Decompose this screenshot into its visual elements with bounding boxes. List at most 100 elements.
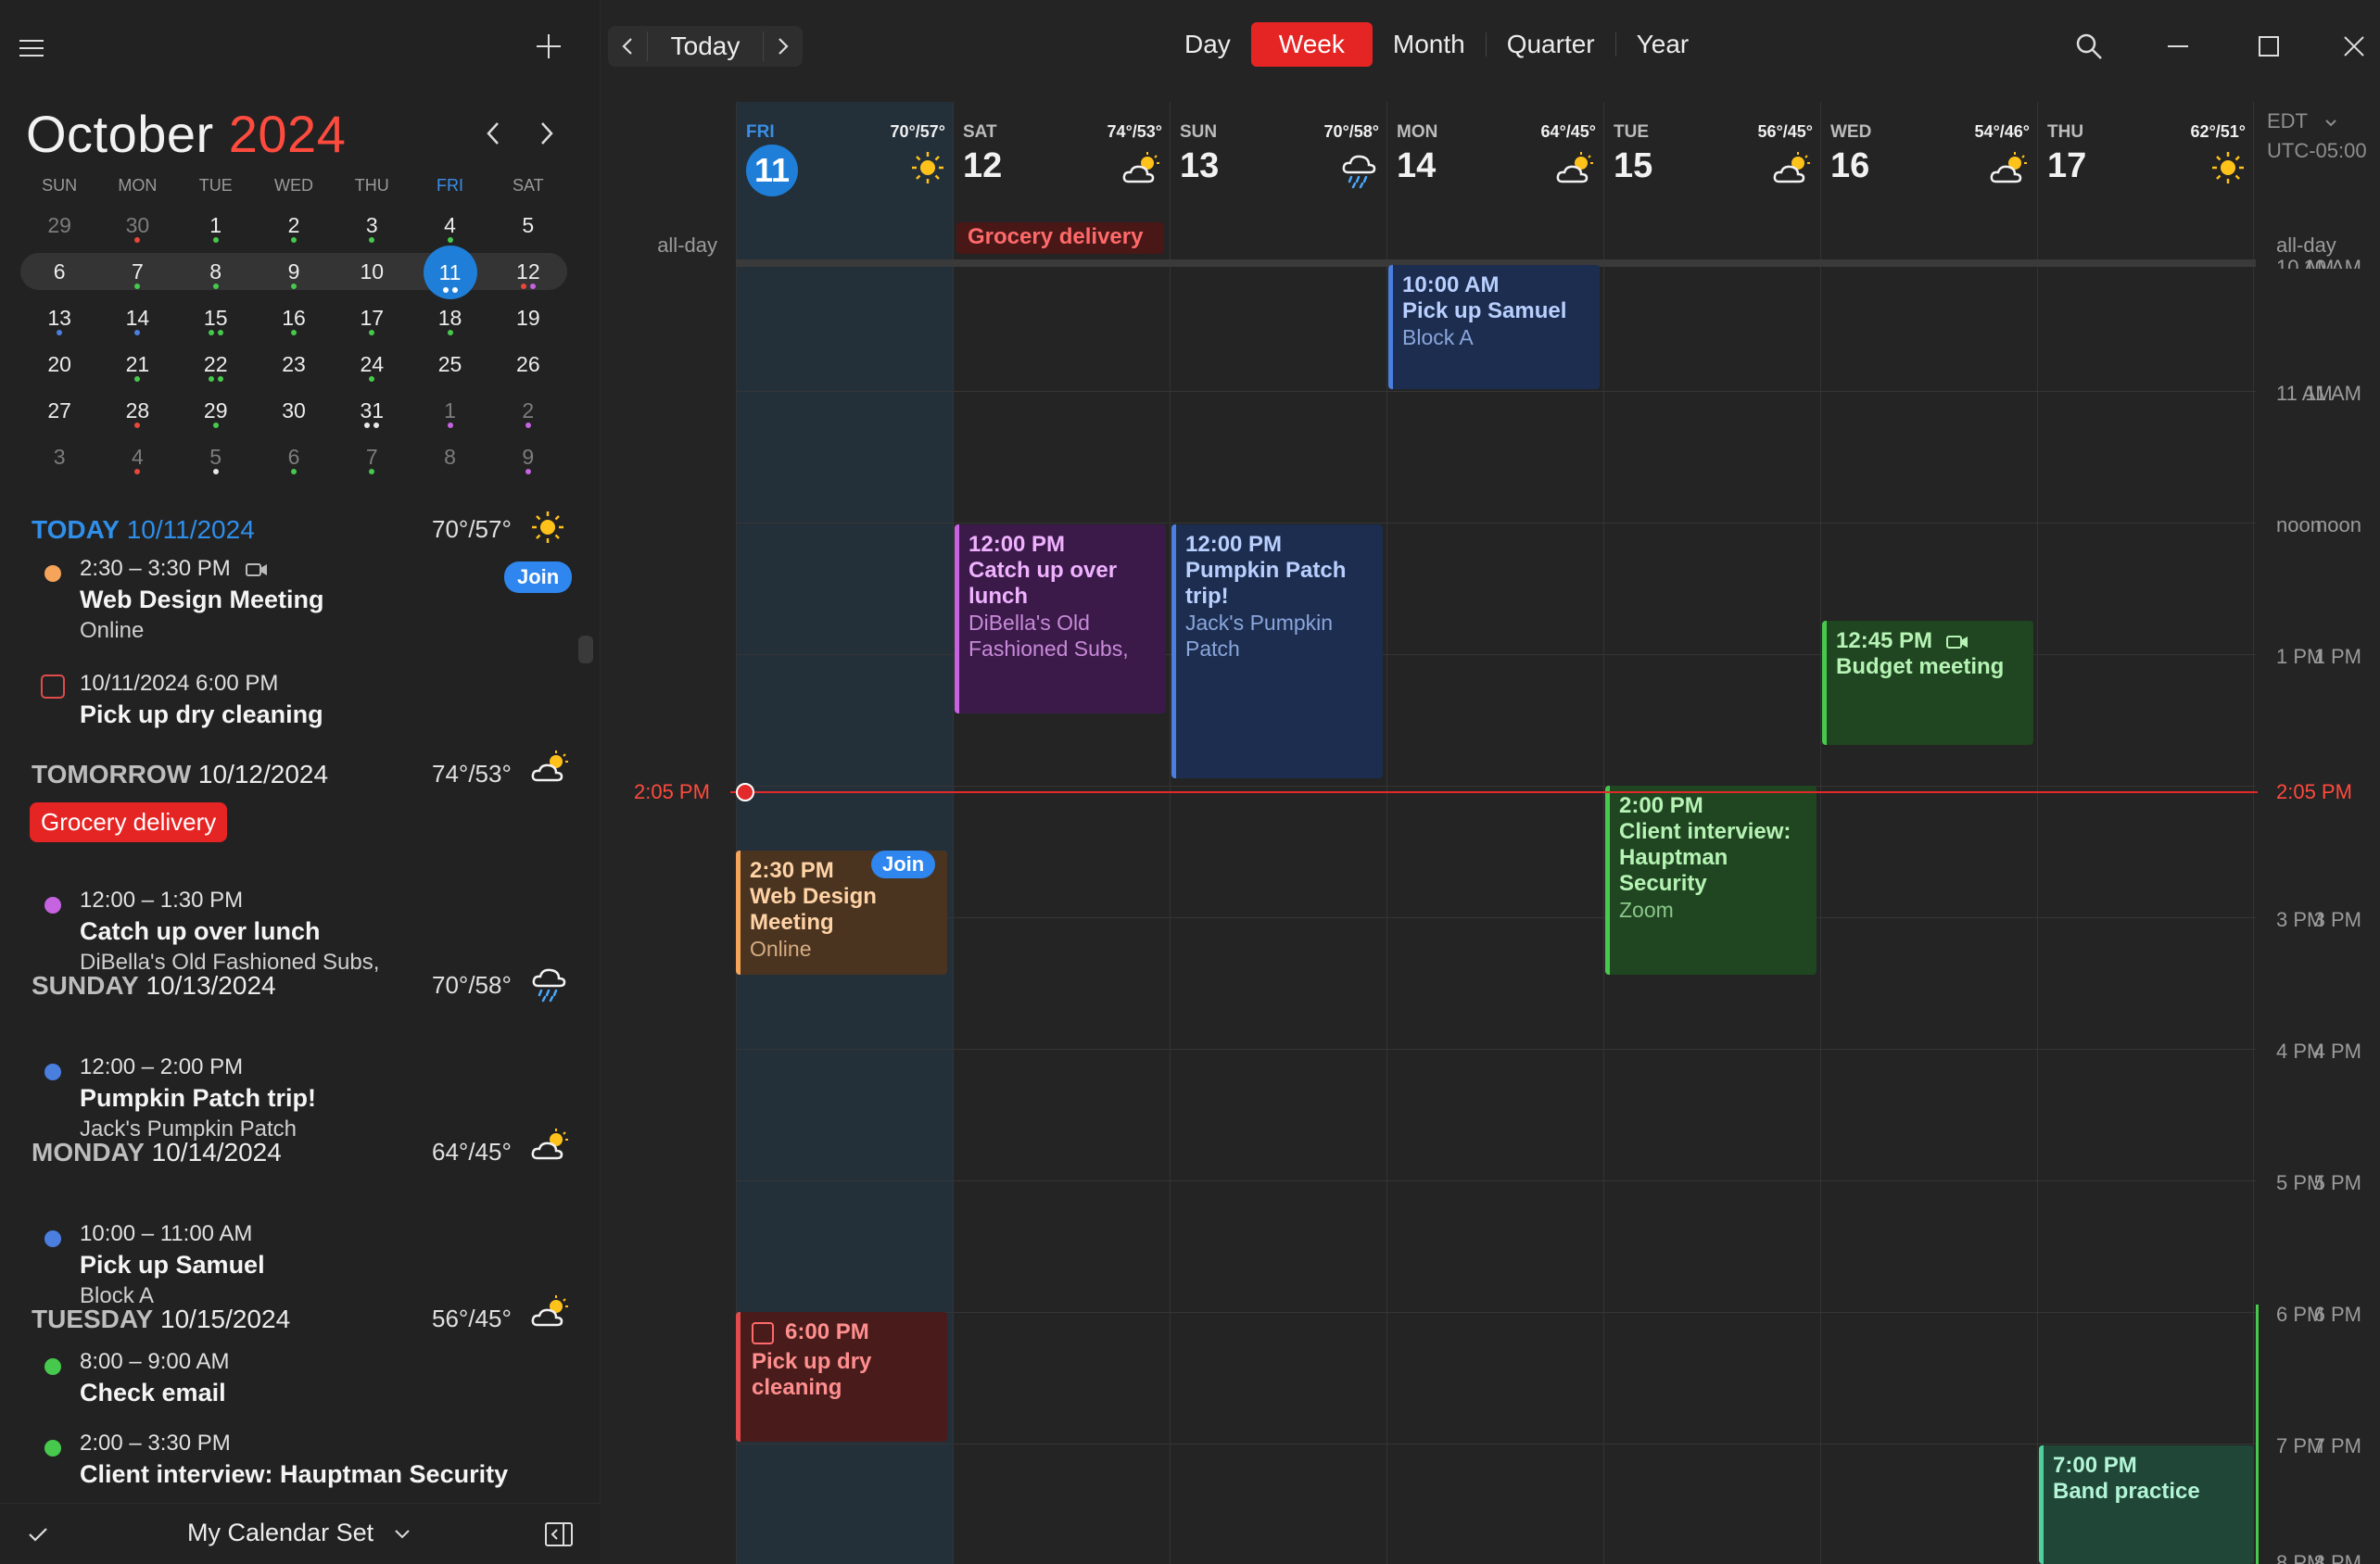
mini-calendar-day[interactable]: 2	[255, 202, 333, 248]
mini-calendar-day[interactable]: 21	[98, 341, 176, 387]
join-button[interactable]: Join	[504, 561, 573, 593]
day-number: 29	[47, 213, 71, 237]
event-client-interview[interactable]: 2:00 PM Client interview: Hauptman Secur…	[1605, 786, 1817, 975]
mini-calendar-day[interactable]: 30	[98, 202, 176, 248]
close-icon[interactable]	[2336, 28, 2373, 65]
event-dots	[255, 330, 333, 335]
tab-week[interactable]: Week	[1250, 22, 1373, 67]
mini-calendar-day[interactable]: 24	[333, 341, 411, 387]
collapse-sidebar-icon[interactable]	[543, 1520, 575, 1548]
agenda-event-pumpkin[interactable]: 12:00 – 2:00 PM Pumpkin Patch trip! Jack…	[80, 1054, 316, 1142]
mini-calendar-day[interactable]: 12	[489, 248, 567, 295]
mini-calendar-day[interactable]: 23	[255, 341, 333, 387]
day-column[interactable]: WED 16 54°/46°	[1820, 102, 2037, 1564]
mini-calendar-day[interactable]: 8	[411, 434, 488, 480]
mini-calendar-day-today[interactable]: 11	[411, 246, 488, 299]
calendar-set-selector[interactable]: My Calendar Set	[187, 1519, 411, 1547]
event-pumpkin-patch[interactable]: 12:00 PM Pumpkin Patch trip! Jack's Pump…	[1171, 524, 1383, 778]
agenda-event-samuel[interactable]: 10:00 – 11:00 AM Pick up Samuel Block A	[80, 1221, 265, 1309]
scrollbar-thumb[interactable]	[578, 636, 593, 663]
event-catch-up-lunch[interactable]: 12:00 PM Catch up over lunch DiBella's O…	[955, 524, 1166, 713]
mini-calendar-day[interactable]: 10	[333, 248, 411, 295]
prev-month-icon[interactable]	[476, 117, 510, 150]
task-checkbox[interactable]	[752, 1321, 774, 1344]
event-pick-up-samuel[interactable]: 10:00 AM Pick up Samuel Block A	[1388, 265, 1600, 389]
agenda-event-interview[interactable]: 2:00 – 3:30 PM Client interview: Hauptma…	[80, 1431, 508, 1489]
task-checkbox[interactable]	[41, 675, 65, 699]
mini-calendar-day[interactable]: 16	[255, 295, 333, 341]
checkmark-icon[interactable]	[24, 1520, 52, 1548]
mini-calendar-day[interactable]: 27	[20, 387, 98, 434]
join-button[interactable]: Join	[871, 851, 936, 878]
day-header: FRI 11 70°/57°	[746, 122, 945, 196]
today-button[interactable]: Today	[647, 32, 764, 61]
timezone-label[interactable]: EDT	[2267, 109, 2337, 133]
event-title: Catch up over lunch	[80, 917, 321, 945]
mini-calendar-day[interactable]: 18	[411, 295, 488, 341]
mini-calendar-day[interactable]: 2	[489, 387, 567, 434]
mini-calendar-day[interactable]: 4	[98, 434, 176, 480]
mini-calendar-day[interactable]: 9	[255, 248, 333, 295]
add-event-icon[interactable]	[530, 26, 567, 67]
mini-calendar-day[interactable]: 7	[333, 434, 411, 480]
day-column[interactable]: THU 17 62°/51°	[2037, 102, 2254, 1564]
mini-calendar-day[interactable]: 20	[20, 341, 98, 387]
next-week-icon[interactable]	[764, 26, 803, 67]
next-month-icon[interactable]	[530, 117, 563, 150]
event-time: 12:00 PM	[968, 532, 1066, 557]
day-column[interactable]: SUN 13 70°/58°	[1170, 102, 1386, 1564]
mini-calendar-day[interactable]: 7	[98, 248, 176, 295]
all-day-event-grocery[interactable]: Grocery delivery	[30, 802, 228, 842]
weekday-label: FRI	[437, 176, 464, 195]
day-number: 13	[47, 306, 71, 330]
mini-calendar-day[interactable]: 22	[177, 341, 255, 387]
mini-calendar-day[interactable]: 26	[489, 341, 567, 387]
day-column[interactable]: SAT 12 74°/53°	[953, 102, 1170, 1564]
event-band-practice[interactable]: 7:00 PM Band practice	[2039, 1445, 2254, 1564]
tab-month[interactable]: Month	[1373, 22, 1486, 67]
event-dots	[98, 330, 176, 335]
agenda-event-web-design[interactable]: 2:30 – 3:30 PM Web Design Meeting Online	[80, 556, 324, 644]
mini-calendar-day[interactable]: 25	[411, 341, 488, 387]
event-dot	[525, 423, 531, 428]
day-number-today: 11	[746, 145, 798, 196]
mini-calendar-day[interactable]: 31	[333, 387, 411, 434]
mini-calendar-day[interactable]: 9	[489, 434, 567, 480]
tab-day[interactable]: Day	[1164, 22, 1251, 67]
mini-calendar-day[interactable]: 3	[333, 202, 411, 248]
all-day-event-grocery[interactable]: Grocery delivery	[956, 222, 1164, 254]
agenda-task-dry-cleaning[interactable]: 10/11/2024 6:00 PM Pick up dry cleaning	[80, 671, 323, 729]
video-call-icon	[246, 561, 268, 578]
agenda-event-email[interactable]: 8:00 – 9:00 AM Check email	[80, 1349, 229, 1407]
search-icon[interactable]	[2070, 28, 2108, 65]
minimize-icon[interactable]	[2159, 28, 2196, 65]
tab-year[interactable]: Year	[1616, 22, 1710, 67]
mini-calendar-day[interactable]: 14	[98, 295, 176, 341]
mini-calendar-day[interactable]: 1	[411, 387, 488, 434]
mini-calendar-day[interactable]: 5	[177, 434, 255, 480]
mini-calendar-day[interactable]: 13	[20, 295, 98, 341]
event-dot	[212, 423, 219, 428]
mini-calendar-day[interactable]: 19	[489, 295, 567, 341]
mini-calendar-day[interactable]: 30	[255, 387, 333, 434]
mini-calendar-day[interactable]: 6	[255, 434, 333, 480]
mini-calendar-day[interactable]: 5	[489, 202, 567, 248]
mini-calendar-day[interactable]: 1	[177, 202, 255, 248]
mini-calendar-day[interactable]: 29	[177, 387, 255, 434]
mini-calendar-day[interactable]: 4	[411, 202, 488, 248]
hamburger-menu-icon[interactable]	[13, 30, 50, 67]
event-budget-meeting[interactable]: 12:45 PM Budget meeting	[1822, 621, 2033, 745]
tab-quarter[interactable]: Quarter	[1487, 22, 1615, 67]
mini-calendar-day[interactable]: 17	[333, 295, 411, 341]
maximize-icon[interactable]	[2250, 28, 2287, 65]
mini-calendar-day[interactable]: 15	[177, 295, 255, 341]
previous-week-icon[interactable]	[608, 26, 647, 67]
mini-calendar-day[interactable]: 3	[20, 434, 98, 480]
event-title: Pick up Samuel	[1402, 298, 1567, 323]
task-pick-up-dry-cleaning[interactable]: 6:00 PM Pick up dry cleaning	[736, 1312, 947, 1442]
mini-calendar-day[interactable]: 8	[177, 248, 255, 295]
mini-calendar-day[interactable]: 6	[20, 248, 98, 295]
mini-calendar-day[interactable]: 29	[20, 202, 98, 248]
mini-calendar-day[interactable]: 28	[98, 387, 176, 434]
agenda-event-lunch[interactable]: 12:00 – 1:30 PM Catch up over lunch DiBe…	[80, 888, 379, 976]
